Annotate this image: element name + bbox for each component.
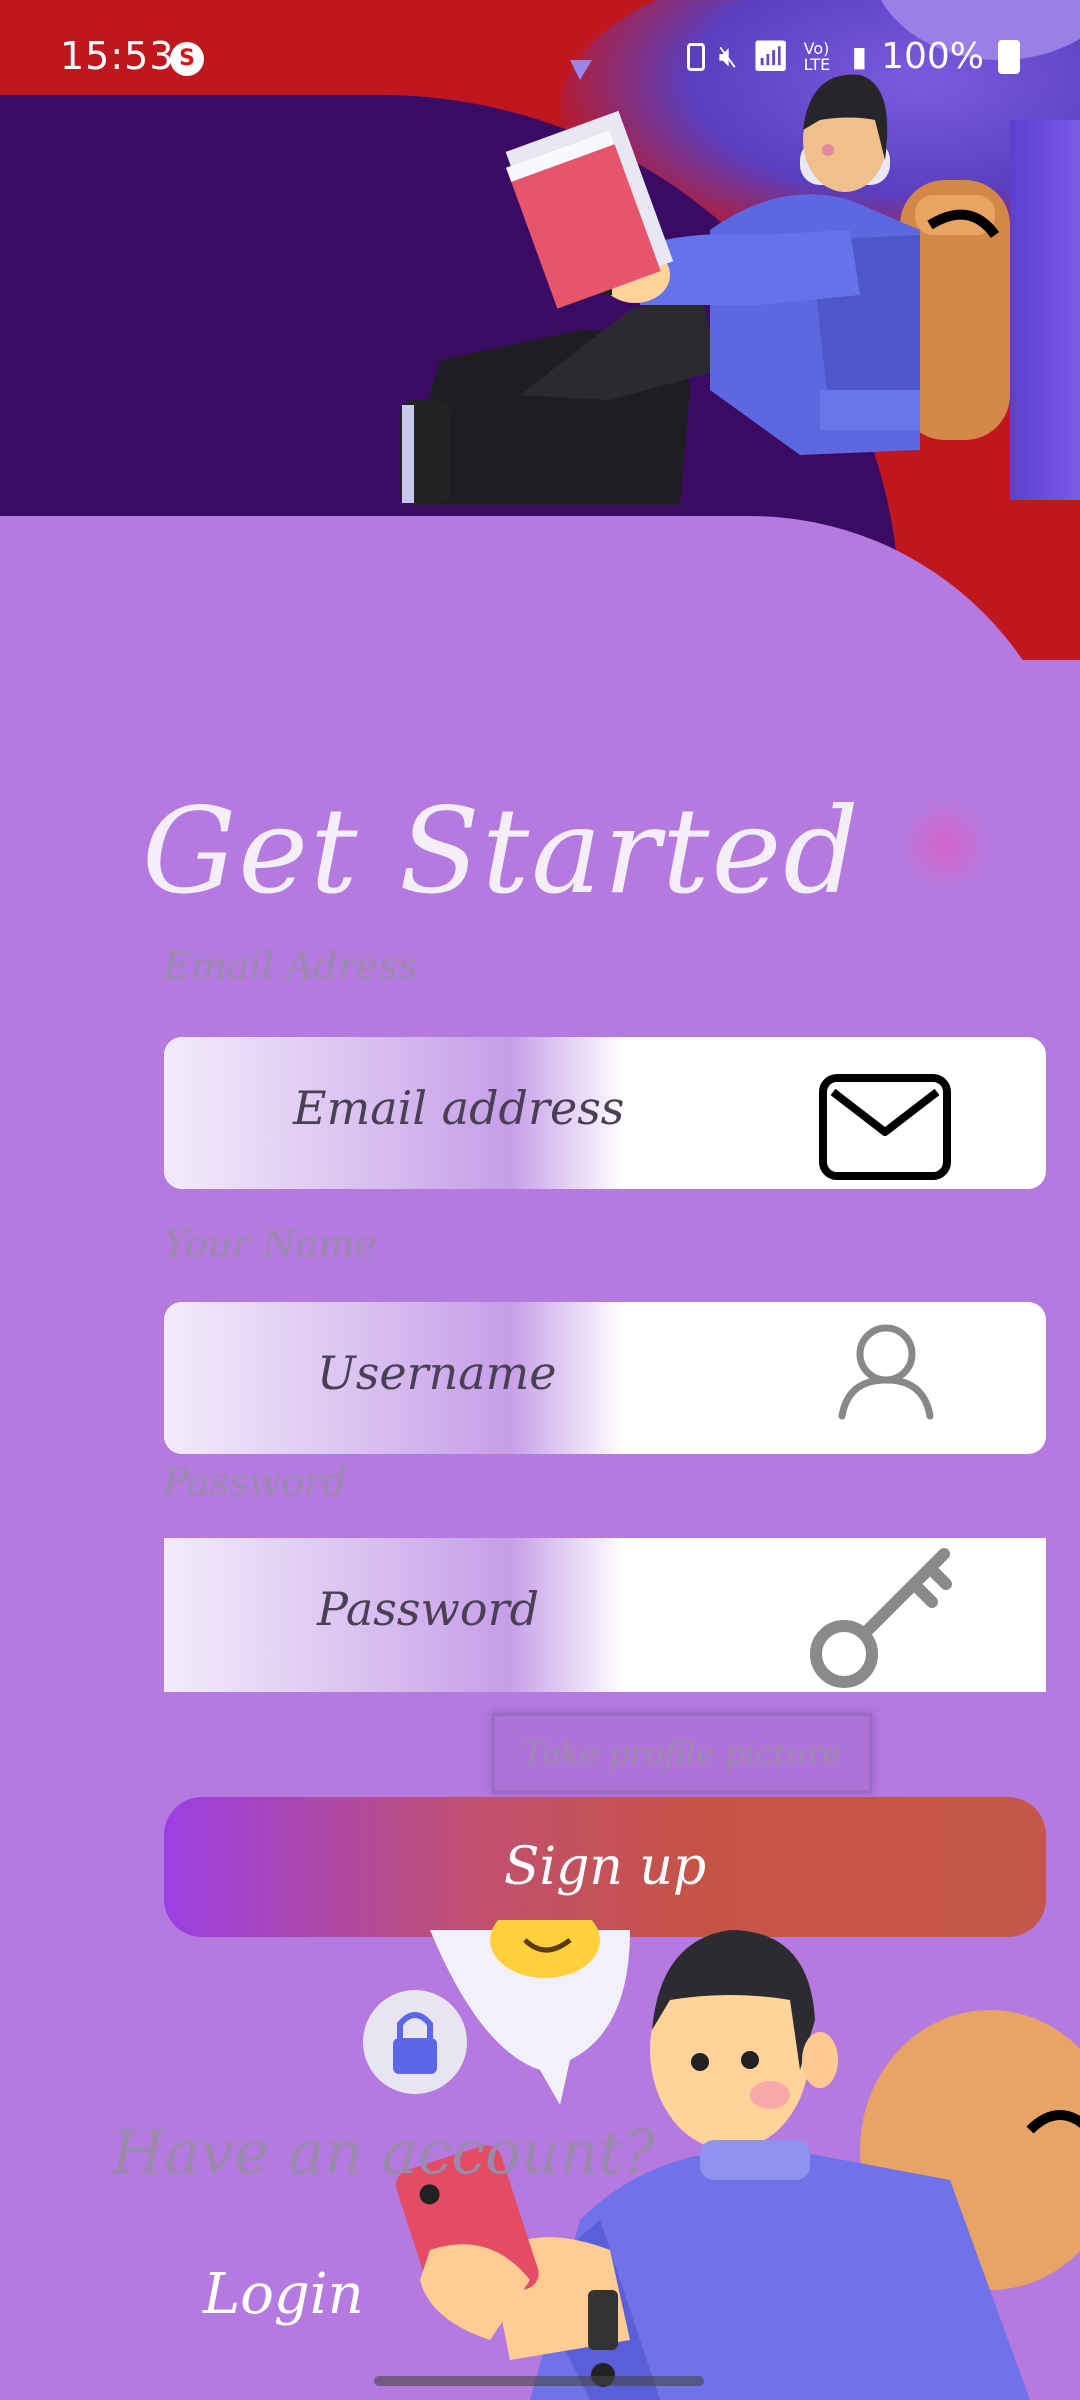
wifi-icon: 📶︎ (751, 39, 790, 74)
signup-button[interactable]: Sign up (164, 1797, 1046, 1937)
decor-blob (900, 800, 990, 890)
take-profile-picture-label: Take profile picture (522, 1734, 842, 1772)
name-label: Your Name (163, 1222, 377, 1266)
mute-icon: 🔇︎ (718, 39, 738, 74)
username-placeholder: Username (317, 1346, 557, 1400)
email-placeholder: Email address (293, 1081, 625, 1135)
password-field[interactable]: Password (164, 1538, 1046, 1692)
email-label: Email Adress (163, 944, 418, 988)
username-field[interactable]: Username (164, 1302, 1046, 1454)
battery-percent: 100% (881, 36, 984, 77)
header-pillar (1010, 120, 1080, 500)
email-field[interactable]: Email address (164, 1037, 1046, 1189)
page-title: Get Started (142, 782, 861, 920)
login-link[interactable]: Login (203, 2262, 364, 2327)
sim-icon (686, 42, 705, 71)
envelope-icon (819, 1074, 951, 1180)
notification-app-icon: S (170, 42, 204, 76)
battery-icon (998, 39, 1020, 74)
gesture-nav-bar[interactable] (374, 2376, 704, 2386)
have-account-text: Have an account? (112, 2118, 655, 2188)
status-bar: 15:53 S 🔇︎ 📶︎ Vo) LTE ▮ 100% (0, 0, 1080, 120)
take-profile-picture-button[interactable]: Take profile picture (492, 1713, 872, 1793)
password-label: Password (163, 1460, 347, 1504)
user-icon (838, 1324, 934, 1420)
signup-label: Sign up (503, 1837, 707, 1897)
status-icons: 🔇︎ 📶︎ Vo) LTE ▮ 100% (686, 36, 1020, 77)
signal-icon: ▮ (851, 40, 868, 73)
network-type: Vo) LTE (803, 38, 831, 74)
reading-person-illustration (400, 60, 1010, 505)
signup-screen: 15:53 S 🔇︎ 📶︎ Vo) LTE ▮ 100% Get Started… (0, 0, 1080, 2400)
key-icon (810, 1548, 952, 1688)
status-time: 15:53 (60, 34, 175, 78)
password-placeholder: Password (317, 1582, 540, 1636)
